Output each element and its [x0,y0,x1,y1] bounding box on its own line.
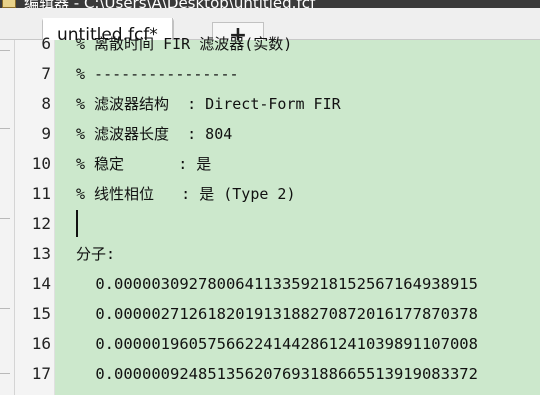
code-line: % 离散时间 FIR 滤波器(实数) [76,35,293,53]
code-line: % 线性相位 : 是 (Type 2) [76,185,296,203]
line-number: 7 [41,64,51,83]
code-line: 0.00000271261820191318827087201617787037… [86,305,478,323]
code-line: 0.00000196057566224144286124103989110700… [86,335,478,353]
left-panel-edge [0,40,15,395]
panel-divider [0,218,10,219]
text-cursor [76,210,78,237]
line-number: 17 [31,364,51,383]
code-line: 0.00000309278006411335921815256716493891… [86,275,478,293]
code-line: 0.00000092485135620769318866551391908337… [86,365,478,383]
line-number: 16 [31,334,51,353]
code-line: % 滤波器长度 : 804 [76,125,233,143]
code-line: % 稳定 : 是 [76,155,212,173]
code-line: 分子: [76,245,116,263]
line-number: 14 [31,274,51,293]
panel-divider [0,308,10,309]
line-number: 6 [41,34,51,53]
code-line: % 滤波器结构 : Direct-Form FIR [76,95,341,113]
line-number: 11 [31,184,51,203]
line-number: 8 [41,94,51,113]
panel-divider [0,50,10,51]
panel-divider [0,373,10,374]
line-number: 9 [41,124,51,143]
line-number: 10 [31,154,51,173]
editor-app-icon [2,0,16,8]
window-title-bar: 编辑器 - C:\Users\A\Desktop\untitled.fcf [0,0,540,8]
window-title: 编辑器 - C:\Users\A\Desktop\untitled.fcf [24,0,315,8]
line-number: 12 [31,214,51,233]
line-number: 15 [31,304,51,323]
panel-divider [0,128,10,129]
code-line: % ---------------- [76,65,239,83]
line-number: 13 [31,244,51,263]
